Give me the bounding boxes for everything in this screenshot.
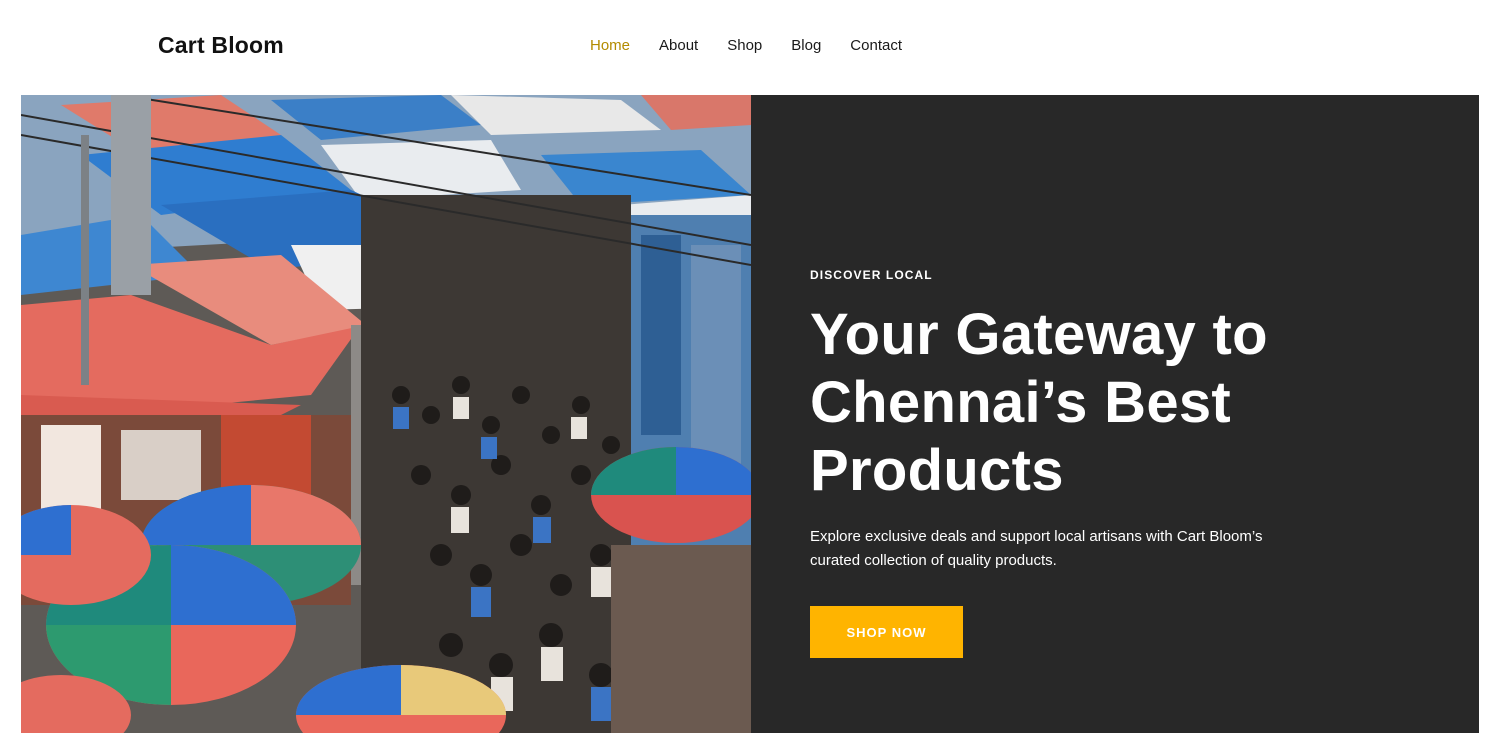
nav-blog[interactable]: Blog (791, 37, 821, 54)
nav-home[interactable]: Home (590, 37, 630, 54)
hero-content: DISCOVER LOCAL Your Gateway to Chennai’s… (810, 95, 1450, 733)
market-illustration (21, 95, 751, 733)
nav-about[interactable]: About (659, 37, 698, 54)
hero-market-photo (21, 95, 751, 733)
hero-headline: Your Gateway to Chennai’s Best Products (810, 302, 1268, 503)
main-nav: Home About Shop Blog Contact (590, 37, 931, 54)
nav-shop[interactable]: Shop (727, 37, 762, 54)
site-logo[interactable]: Cart Bloom (158, 32, 284, 59)
hero-eyebrow: DISCOVER LOCAL (810, 268, 933, 282)
shop-now-button[interactable]: SHOP NOW (810, 606, 963, 658)
nav-contact[interactable]: Contact (850, 37, 902, 54)
site-header: Cart Bloom Home About Shop Blog Contact (0, 0, 1500, 95)
hero-description: Explore exclusive deals and support loca… (810, 528, 1263, 569)
hero-section: DISCOVER LOCAL Your Gateway to Chennai’s… (21, 95, 1479, 733)
